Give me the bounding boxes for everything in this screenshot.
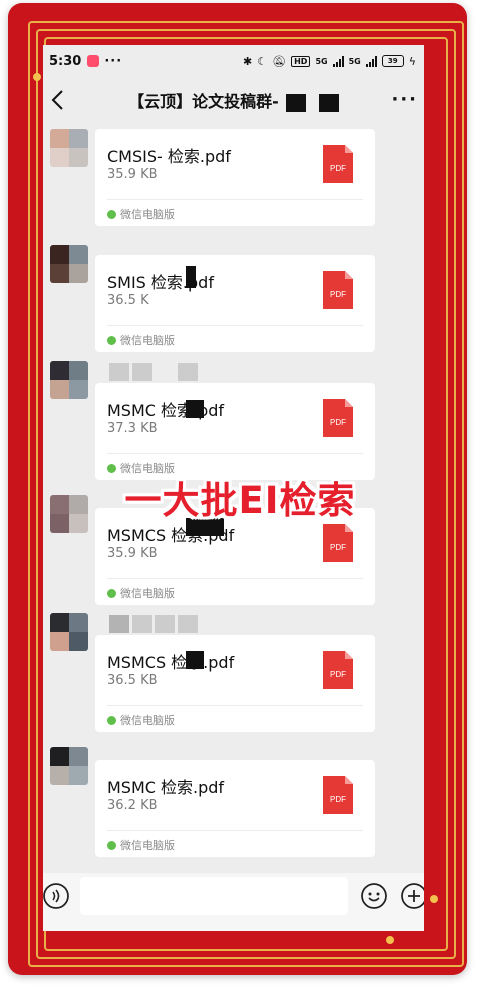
wechat-icon [107, 715, 116, 725]
pdf-file-icon: PDF [323, 776, 353, 814]
pdf-file-icon: PDF [323, 524, 353, 562]
file-name: CMSIS- 检索.pdf [107, 147, 231, 166]
file-card[interactable]: SMIS 检索.pdf 36.5 K PDF 微信电脑版 [95, 255, 375, 352]
emoji-icon[interactable] [361, 883, 387, 909]
charging-icon: ϟ [408, 54, 416, 68]
svg-text:PDF: PDF [330, 418, 346, 427]
file-size: 35.9 KB [107, 167, 158, 182]
wechat-icon [107, 209, 116, 219]
file-size: 37.3 KB [107, 421, 158, 436]
redaction-block [186, 266, 196, 288]
avatar[interactable] [50, 129, 88, 167]
file-card[interactable]: MSMC 检索.pdf 37.3 KB PDF 微信电脑版 [95, 383, 375, 480]
redaction-block [318, 93, 339, 112]
svg-text:PDF: PDF [330, 795, 346, 804]
file-message: CMSIS- 检索.pdf 35.9 KB PDF 微信电脑版 [43, 129, 424, 239]
sender-name-blurred [109, 615, 198, 633]
redaction-block [186, 400, 204, 418]
wechat-icon [107, 588, 116, 598]
card-divider [107, 325, 363, 326]
pdf-file-icon: PDF [323, 399, 353, 437]
status-time: 5:30 [49, 53, 82, 69]
file-card[interactable]: MSMC 检索.pdf 36.2 KB PDF 微信电脑版 [95, 760, 375, 857]
card-divider [107, 453, 363, 454]
file-message: MSMC 检索.pdf 36.2 KB PDF 微信电脑版 [43, 747, 424, 857]
file-card[interactable]: MSMCS 检索.pdf 36.5 KB PDF 微信电脑版 [95, 635, 375, 732]
file-name: MSMC 检索.pdf [107, 401, 225, 420]
pdf-file-icon: PDF [323, 651, 353, 689]
pdf-file-icon: PDF [323, 271, 353, 309]
file-name: MSMC 检索.pdf [107, 778, 225, 797]
redaction-block [186, 651, 204, 669]
file-message: SMIS 检索.pdf 36.5 K PDF 微信电脑版 [43, 245, 424, 355]
promo-overlay-text: 一大批EI检索 [124, 479, 356, 522]
svg-text:PDF: PDF [330, 543, 346, 552]
chat-header: 【云顶】论文投稿群- ··· [43, 77, 424, 123]
card-divider [107, 830, 363, 831]
sender-name-blurred [109, 363, 198, 381]
file-source: 微信电脑版 [107, 712, 175, 728]
status-more-icon: ··· [104, 53, 123, 69]
more-options-icon[interactable]: ··· [391, 89, 418, 110]
file-message: MSMC 检索.pdf 37.3 KB PDF 微信电脑版 [43, 361, 424, 480]
file-name: MSMCS 检索.pdf [107, 653, 235, 672]
bluetooth-icon: ✱ [243, 54, 253, 68]
file-name: SMIS 检索.pdf [107, 273, 214, 292]
svg-text:PDF: PDF [330, 670, 346, 679]
message-input[interactable] [80, 877, 348, 915]
pdf-file-icon: PDF [323, 145, 353, 183]
redaction-block [285, 93, 306, 112]
file-card[interactable]: CMSIS- 检索.pdf 35.9 KB PDF 微信电脑版 [95, 129, 375, 226]
signal-icon [332, 55, 344, 67]
file-message: MSMCS 检索.pdf 36.5 KB PDF 微信电脑版 [43, 613, 424, 732]
network-label: 5G [315, 56, 328, 66]
file-source: 微信电脑版 [107, 332, 175, 348]
file-size: 36.2 KB [107, 798, 158, 813]
file-source: 微信电脑版 [107, 837, 175, 853]
frame-dot [33, 73, 41, 81]
frame-dot [430, 895, 438, 903]
mute-icon: 🔕︎ [272, 54, 287, 68]
plus-icon[interactable] [401, 883, 424, 909]
frame-dot [386, 936, 394, 944]
wechat-icon [107, 840, 116, 850]
signal-icon [365, 55, 377, 67]
file-size: 36.5 K [107, 293, 149, 308]
avatar[interactable] [50, 495, 88, 533]
card-divider [107, 578, 363, 579]
svg-text:PDF: PDF [330, 164, 346, 173]
file-source: 微信电脑版 [107, 585, 175, 601]
avatar[interactable] [50, 361, 88, 399]
avatar[interactable] [50, 613, 88, 651]
file-source: 微信电脑版 [107, 206, 175, 222]
app-notification-icon [87, 55, 100, 67]
file-size: 35.9 KB [107, 546, 158, 561]
card-divider [107, 199, 363, 200]
hd-badge: HD [291, 55, 311, 67]
file-size: 36.5 KB [107, 673, 158, 688]
avatar[interactable] [50, 747, 88, 785]
chat-input-bar [43, 873, 424, 931]
status-bar: 5:30 ··· ✱ ☾ 🔕︎ HD 5G 5G 39 ϟ [43, 45, 424, 77]
battery-icon: 39 [381, 55, 404, 67]
back-arrow-icon[interactable] [49, 89, 69, 111]
chat-title: 【云顶】论文投稿群- [128, 88, 339, 112]
avatar[interactable] [50, 245, 88, 283]
card-divider [107, 705, 363, 706]
network-label: 5G [348, 56, 361, 66]
voice-input-icon[interactable] [43, 883, 69, 909]
do-not-disturb-icon: ☾ [257, 54, 268, 68]
status-icons: ✱ ☾ 🔕︎ HD 5G 5G 39 ϟ [243, 55, 416, 68]
svg-text:PDF: PDF [330, 290, 346, 299]
wechat-icon [107, 335, 116, 345]
